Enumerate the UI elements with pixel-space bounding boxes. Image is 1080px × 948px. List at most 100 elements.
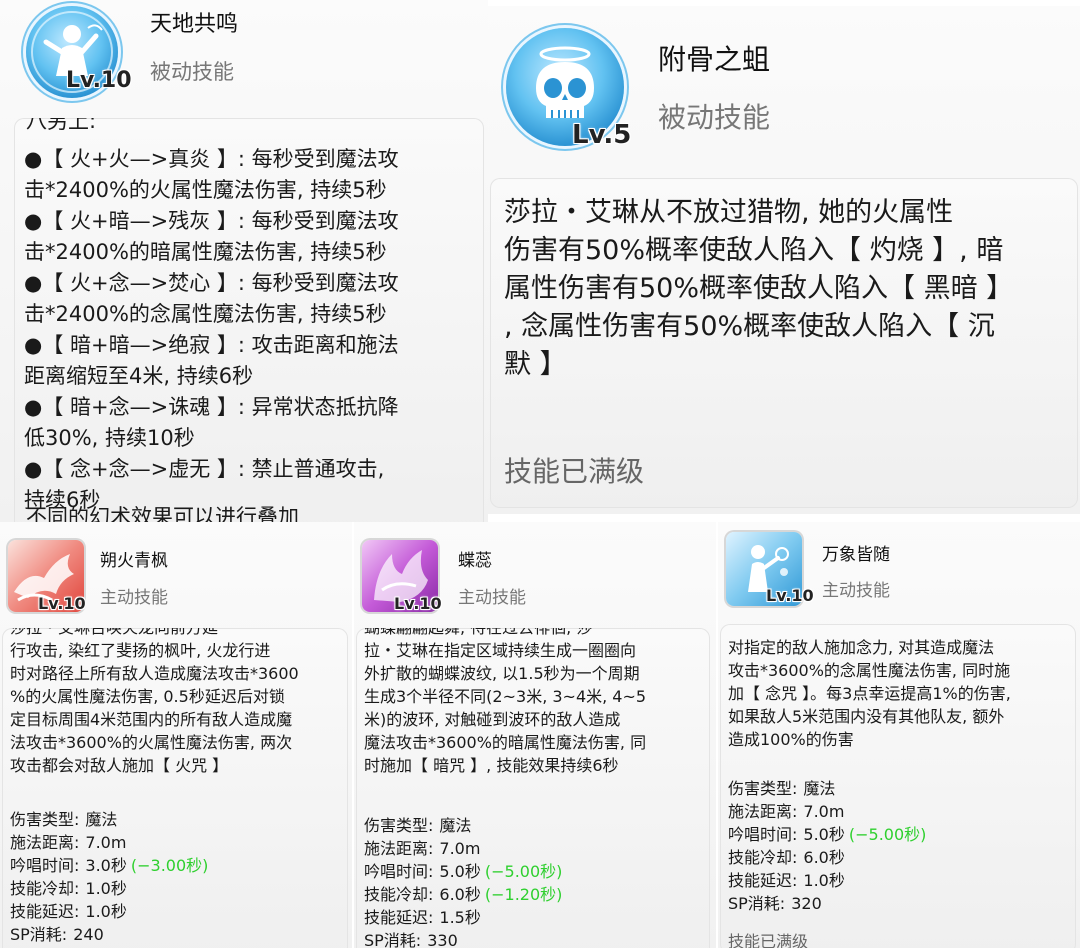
stat-value: 1.0秒	[85, 902, 127, 921]
skill-level-label: Lv.5	[572, 120, 632, 150]
skill-name: 万象皆随	[822, 545, 890, 565]
skill-panel-wanxiang: Lv.10 万象皆随 主动技能 对指定的敌人施加念力, 对其造成魔法 攻击*36…	[718, 522, 1080, 948]
stat-value: 7.0m	[439, 839, 481, 858]
effect-line: 低30%, 持续10秒	[24, 426, 195, 450]
stat-row: SP消耗: 240	[10, 923, 208, 946]
stat-label: 伤害类型:	[364, 816, 434, 835]
effect-line: ●【 火+火—>真炎 】: 每秒受到魔法攻	[24, 147, 399, 171]
stat-row: 吟唱时间: 5.0秒 (−5.00秒)	[728, 823, 926, 846]
skill-description-card: 莎拉・艾琳从不放过猎物, 她的火属性 伤害有50%概率使敌人陷入【 灼烧 】, …	[490, 178, 1078, 508]
stat-bonus: (−5.00秒)	[484, 862, 563, 881]
stat-value: 7.0m	[803, 802, 845, 821]
effect-line: ●【 暗+念—>诛魂 】: 异常状态抵抗降	[24, 395, 399, 419]
stat-label: 技能延迟:	[364, 908, 434, 927]
effect-line: ●【 火+暗—>残灰 】: 每秒受到魔法攻	[24, 209, 399, 233]
stat-value: 330	[427, 931, 458, 948]
effect-line: 击*2400%的念属性魔法伤害, 持续5秒	[24, 302, 387, 326]
stat-value: 5.0秒	[439, 862, 481, 881]
stat-row: 技能延迟: 1.0秒	[728, 869, 926, 892]
stat-row: 伤害类型: 魔法	[364, 814, 562, 837]
clipped-description-top: 蝴蝶翩翩起舞, 待在过去徘徊, 莎	[364, 628, 592, 639]
stat-row: 技能冷却: 6.0秒 (−1.20秒)	[364, 883, 562, 906]
stat-row: 伤害类型: 魔法	[728, 777, 926, 800]
skill-icon-container: Lv.10	[22, 4, 132, 104]
skill-panel-fugu: Lv.5 附骨之蛆 被动技能 莎拉・艾琳从不放过猎物, 她的火属性 伤害有50%…	[488, 6, 1080, 514]
stat-label: 施法距离:	[364, 839, 434, 858]
skill-type-label: 被动技能	[658, 101, 771, 134]
stat-bonus: (−1.20秒)	[484, 885, 563, 904]
skill-name: 附骨之蛆	[658, 43, 771, 76]
stat-value: 6.0秒	[439, 885, 481, 904]
stat-row: 施法距离: 7.0m	[10, 831, 208, 854]
stat-value: 1.5秒	[439, 908, 481, 927]
skill-level-label: Lv.10	[766, 586, 814, 605]
skill-level-label: Lv.10	[38, 594, 86, 613]
stat-row: 吟唱时间: 3.0秒 (−3.00秒)	[10, 854, 208, 877]
skill-name: 天地共鸣	[150, 12, 239, 37]
effect-line: 击*2400%的火属性魔法伤害, 持续5秒	[24, 178, 387, 202]
stat-bonus: (−5.00秒)	[848, 825, 927, 844]
skill-description: 莎拉・艾琳从不放过猎物, 她的火属性 伤害有50%概率使敌人陷入【 灼烧 】, …	[504, 197, 1014, 380]
stat-value: 魔法	[439, 816, 472, 835]
skill-description-card: 八另上: ●【 火+火—>真炎 】: 每秒受到魔法攻 击*2400%的火属性魔法伤…	[14, 118, 484, 522]
stat-value: 1.0秒	[803, 871, 845, 890]
stat-value: 7.0m	[85, 833, 127, 852]
skill-type-label: 被动技能	[150, 60, 234, 84]
skill-panel-shuohuo: Lv.10 朔火青枫 主动技能 莎拉・艾琳召唤火龙向前方延 行攻击, 染红了斐扬…	[0, 522, 352, 948]
stat-row: 伤害类型: 魔法	[10, 808, 208, 831]
skill-name: 蝶蕊	[458, 551, 492, 571]
max-level-status: 技能已满级	[504, 455, 645, 488]
stat-bonus: (−3.00秒)	[130, 856, 209, 875]
stat-row: 技能冷却: 6.0秒	[728, 846, 926, 869]
stat-row: 施法距离: 7.0m	[728, 800, 926, 823]
skill-description: 行攻击, 染红了斐扬的枫叶, 火龙行进 时对路径上所有敌人造成魔法攻击*3600…	[10, 641, 299, 775]
stat-label: 伤害类型:	[10, 810, 80, 829]
clipped-max-level-status: 技能已满级	[728, 932, 809, 948]
skill-panel-tiandi: Lv.10 天地共鸣 被动技能 八另上: ●【 火+火—>真炎 】: 每秒受到魔…	[0, 0, 488, 522]
skill-icon-container: Lv.10	[724, 530, 814, 612]
stat-label: 施法距离:	[728, 802, 798, 821]
stat-row: 技能冷却: 1.0秒	[10, 877, 208, 900]
skill-stats-list: 伤害类型: 魔法 施法距离: 7.0m 吟唱时间: 3.0秒 (−3.00秒) 技能冷却: 1.…	[10, 808, 208, 946]
stat-label: SP消耗:	[10, 925, 68, 944]
stat-row: 技能延迟: 1.0秒	[10, 900, 208, 923]
stat-label: 吟唱时间:	[364, 862, 434, 881]
effect-line: ●【 念+念—>虚无 】: 禁止普通攻击,	[24, 457, 385, 481]
stat-value: 240	[73, 925, 104, 944]
stat-value: 魔法	[85, 810, 118, 829]
stat-label: 伤害类型:	[728, 779, 798, 798]
skill-stats-list: 伤害类型: 魔法 施法距离: 7.0m 吟唱时间: 5.0秒 (−5.00秒) 技能冷却: 6.…	[364, 814, 562, 948]
skill-type-label: 主动技能	[458, 588, 526, 608]
effect-list: ●【 火+火—>真炎 】: 每秒受到魔法攻 击*2400%的火属性魔法伤害, 持续…	[24, 144, 399, 516]
skill-level-label: Lv.10	[66, 68, 132, 93]
effect-line: 击*2400%的暗属性魔法伤害, 持续5秒	[24, 240, 387, 264]
stat-value: 3.0秒	[85, 856, 127, 875]
skill-type-label: 主动技能	[822, 581, 890, 601]
stat-label: 技能冷却:	[10, 879, 80, 898]
clipped-description-top: 莎拉・艾琳召唤火龙向前方延	[10, 628, 218, 639]
stat-row: SP消耗: 330	[364, 929, 562, 948]
stat-value: 5.0秒	[803, 825, 845, 844]
skill-stats-list: 伤害类型: 魔法施法距离: 7.0m 吟唱时间: 5.0秒 (−5.00秒) 技能冷却: 6.…	[728, 777, 926, 915]
skill-level-label: Lv.10	[394, 594, 442, 613]
skill-panel-dierui: Lv.10 蝶蕊 主动技能 蝴蝶翩翩起舞, 待在过去徘徊, 莎 拉・艾琳在指定区…	[354, 522, 716, 948]
effect-line: 距离缩短至4米, 持续6秒	[24, 364, 254, 388]
skill-type-label: 主动技能	[100, 588, 168, 608]
stat-label: 技能冷却:	[728, 848, 798, 867]
skill-description: 拉・艾琳在指定区域持续生成一圈圈向 外扩散的蝴蝶波纹, 以1.5秒为一个周期 生…	[364, 641, 647, 775]
stat-label: 吟唱时间:	[10, 856, 80, 875]
stat-row: 施法距离: 7.0m	[364, 837, 562, 860]
clipped-description-top: 八另上:	[26, 118, 97, 133]
skill-description-card: 蝴蝶翩翩起舞, 待在过去徘徊, 莎 拉・艾琳在指定区域持续生成一圈圈向 外扩散的…	[356, 628, 710, 948]
stat-label: 技能延迟:	[10, 902, 80, 921]
stat-row: SP消耗: 320	[728, 892, 926, 915]
stat-label: SP消耗:	[728, 894, 786, 913]
stat-row: 技能延迟: 1.5秒	[364, 906, 562, 929]
skill-description-card: 对指定的敌人施加念力, 对其造成魔法 攻击*3600%的念属性魔法伤害, 同时施…	[720, 624, 1076, 948]
stat-label: SP消耗:	[364, 931, 422, 948]
skill-icon-container: Lv.5	[502, 24, 632, 154]
skill-icon-container: Lv.10	[360, 538, 444, 618]
stat-label: 施法距离:	[10, 833, 80, 852]
stat-label: 技能冷却:	[364, 885, 434, 904]
stat-label: 吟唱时间:	[728, 825, 798, 844]
